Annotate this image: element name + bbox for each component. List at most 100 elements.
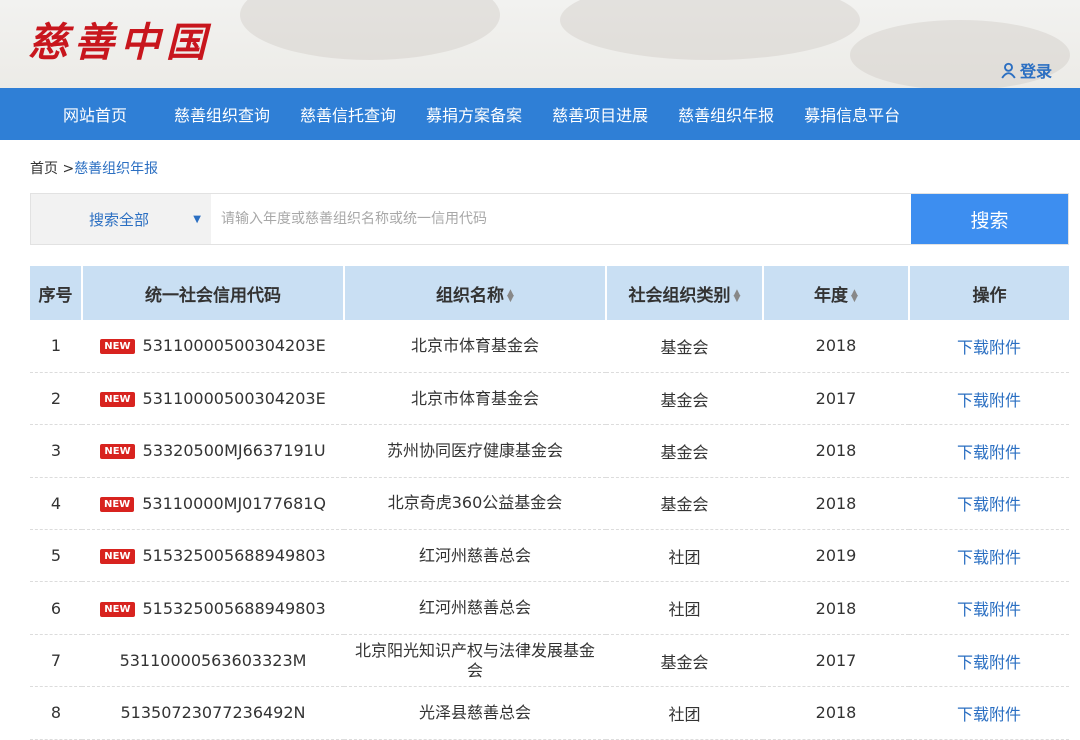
row-credit-code: NEW 515325005688949803 <box>82 581 344 635</box>
row-credit-code: 53110000563603323M <box>82 634 344 688</box>
row-org-name: 红河州慈善总会 <box>344 581 606 635</box>
column-header-year[interactable]: 年度 ▲ ▼ <box>763 266 910 320</box>
credit-code-text: 53320500MJ6637191U <box>142 441 326 461</box>
row-year: 2017 <box>763 634 909 688</box>
row-year: 2017 <box>763 372 909 426</box>
site-logo[interactable]: 慈善中国 <box>28 10 212 68</box>
credit-code-text: 53110000MJ0177681Q <box>142 493 327 513</box>
table-row: 3 NEW 53320500MJ6637191U 苏州协同医疗健康基金会 基金会 2018… <box>30 424 1069 478</box>
credit-code-text: 515325005688949803 <box>142 546 326 566</box>
row-action: 下载附件 <box>909 581 1069 635</box>
nav-item-fundraising-plan[interactable]: 募捐方案备案 <box>411 102 537 126</box>
new-badge: NEW <box>100 549 135 565</box>
credit-code-text: 53110000500304203E <box>142 336 326 356</box>
credit-code-text: 53110000563603323M <box>119 651 307 671</box>
row-year: 2018 <box>763 424 909 478</box>
cloud-decoration <box>240 0 500 60</box>
nav-item-annual-report[interactable]: 慈善组织年报 <box>663 102 789 126</box>
row-credit-code: NEW 53110000MJ0177681Q <box>82 477 344 531</box>
new-badge: NEW <box>99 496 135 512</box>
sort-arrows-icon[interactable]: ▲ ▼ <box>507 288 514 303</box>
search-button[interactable]: 搜索 <box>911 194 1068 244</box>
download-attachment-link[interactable]: 下载附件 <box>957 391 1021 410</box>
nav-item-project-progress[interactable]: 慈善项目进展 <box>537 102 663 126</box>
row-year: 2018 <box>763 686 909 740</box>
row-category: 基金会 <box>606 477 763 531</box>
row-year: 2018 <box>763 477 909 531</box>
column-header-credit-code: 统一社会信用代码 <box>82 266 345 320</box>
row-credit-code: 51350723077236492N <box>82 686 344 740</box>
header-banner: 慈善中国 登录 <box>0 0 1080 88</box>
search-scope-select[interactable]: 搜索全部 ▼ <box>31 194 211 244</box>
row-index: 2 <box>30 372 82 426</box>
column-header-index: 序号 <box>30 266 83 320</box>
row-credit-code: NEW 515325005688949803 <box>82 529 344 583</box>
row-index: 3 <box>30 424 82 478</box>
row-category: 社团 <box>606 686 763 740</box>
breadcrumb: 首页 >慈善组织年报 <box>30 158 158 178</box>
table-row: 7 53110000563603323M 北京阳光知识产权与法律发展基金会 基金会 20… <box>30 634 1069 688</box>
breadcrumb-home[interactable]: 首页 <box>30 161 58 177</box>
table-row: 1 NEW 53110000500304203E 北京市体育基金会 基金会 2018 下载附… <box>30 320 1069 373</box>
breadcrumb-separator: > <box>62 161 75 177</box>
new-badge: NEW <box>100 339 135 355</box>
row-action: 下载附件 <box>909 529 1069 583</box>
main-nav: 网站首页 慈善组织查询 慈善信托查询 募捐方案备案 慈善项目进展 慈善组织年报 … <box>0 88 1080 140</box>
row-year: 2018 <box>763 581 909 635</box>
row-category: 社团 <box>606 529 763 583</box>
login-label: 登录 <box>1019 62 1052 81</box>
table-row: 5 NEW 515325005688949803 红河州慈善总会 社团 2019 下载附件 <box>30 529 1069 583</box>
column-header-category[interactable]: 社会组织类别 ▲ ▼ <box>606 266 764 320</box>
row-index: 4 <box>30 477 82 531</box>
user-icon <box>1001 62 1016 78</box>
row-org-name: 苏州协同医疗健康基金会 <box>344 424 606 478</box>
row-org-name: 光泽县慈善总会 <box>344 686 606 740</box>
new-badge: NEW <box>100 392 135 408</box>
cloud-decoration <box>560 0 860 60</box>
nav-item-home[interactable]: 网站首页 <box>48 102 159 126</box>
row-org-name: 北京阳光知识产权与法律发展基金会 <box>344 634 606 688</box>
row-action: 下载附件 <box>909 320 1069 373</box>
row-year: 2018 <box>763 320 909 373</box>
download-attachment-link[interactable]: 下载附件 <box>957 443 1021 462</box>
row-action: 下载附件 <box>909 424 1069 478</box>
nav-item-trust-search[interactable]: 慈善信托查询 <box>285 102 411 126</box>
search-scope-value: 搜索全部 <box>89 210 150 229</box>
table-row: 4 NEW 53110000MJ0177681Q 北京奇虎360公益基金会 基金会 201… <box>30 477 1069 531</box>
breadcrumb-current[interactable]: 慈善组织年报 <box>74 161 158 177</box>
row-credit-code: NEW 53320500MJ6637191U <box>82 424 344 478</box>
download-attachment-link[interactable]: 下载附件 <box>957 600 1021 619</box>
nav-item-org-search[interactable]: 慈善组织查询 <box>159 102 285 126</box>
login-link[interactable]: 登录 <box>1000 58 1052 82</box>
search-bar: 搜索全部 ▼ 搜索 <box>30 193 1069 245</box>
table-header-row: 序号 统一社会信用代码 组织名称 ▲ ▼ 社会组织类别 ▲ ▼ 年度 ▲ ▼ 操作 <box>30 266 1069 320</box>
download-attachment-link[interactable]: 下载附件 <box>957 495 1021 514</box>
caret-down-icon: ▼ <box>193 213 201 225</box>
row-year: 2019 <box>763 529 909 583</box>
row-org-name: 北京市体育基金会 <box>344 320 606 373</box>
credit-code-text: 515325005688949803 <box>142 598 326 618</box>
download-attachment-link[interactable]: 下载附件 <box>957 338 1021 357</box>
row-credit-code: NEW 53110000500304203E <box>82 320 344 373</box>
sort-arrows-icon[interactable]: ▲ ▼ <box>851 288 858 303</box>
row-category: 基金会 <box>606 372 763 426</box>
row-action: 下载附件 <box>909 634 1069 688</box>
row-org-name: 北京市体育基金会 <box>344 372 606 426</box>
row-credit-code: NEW 53110000500304203E <box>82 372 344 426</box>
download-attachment-link[interactable]: 下载附件 <box>957 705 1021 724</box>
table-row: 6 NEW 515325005688949803 红河州慈善总会 社团 2018 下载附件 <box>30 581 1069 635</box>
row-org-name: 北京奇虎360公益基金会 <box>344 477 606 531</box>
nav-item-fundraising-info[interactable]: 募捐信息平台 <box>789 102 915 126</box>
row-org-name: 红河州慈善总会 <box>344 529 606 583</box>
download-attachment-link[interactable]: 下载附件 <box>957 548 1021 567</box>
annual-report-table: 序号 统一社会信用代码 组织名称 ▲ ▼ 社会组织类别 ▲ ▼ 年度 ▲ ▼ 操作 1 NEW… <box>30 266 1069 740</box>
row-index: 7 <box>30 634 82 688</box>
new-badge: NEW <box>100 601 135 617</box>
column-header-org-name[interactable]: 组织名称 ▲ ▼ <box>344 266 607 320</box>
sort-arrows-icon[interactable]: ▲ ▼ <box>734 288 741 303</box>
search-input[interactable] <box>211 194 911 244</box>
row-index: 5 <box>30 529 82 583</box>
row-index: 1 <box>30 320 82 373</box>
row-category: 基金会 <box>606 320 763 373</box>
download-attachment-link[interactable]: 下载附件 <box>957 653 1021 672</box>
